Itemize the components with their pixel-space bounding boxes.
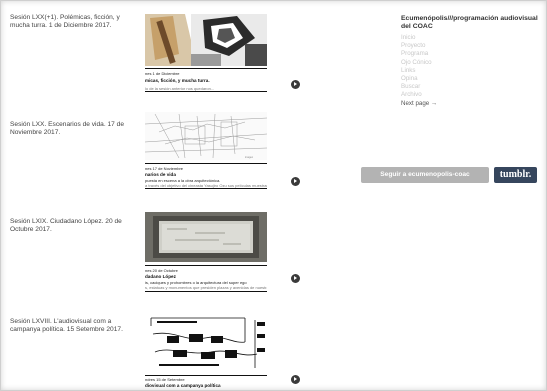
play-icon[interactable] (291, 177, 300, 186)
nav-link-inicio[interactable]: Inicio (401, 34, 541, 42)
thumbnail-date: ndres 15 de Setembre (145, 377, 185, 382)
thumbnail-title: diovisual com a campanya política (145, 383, 221, 388)
thumbnail-subtitle-2: s, estatuas y monumentos que presiden pl… (145, 285, 267, 290)
tumblr-button[interactable]: tumblr. (494, 167, 537, 183)
play-icon[interactable] (291, 80, 300, 89)
post-thumbnail[interactable]: nes 20 de Octubre dadano López is, caciq… (145, 212, 267, 296)
stone-plaque-image (145, 212, 267, 262)
thumbnail-rule (145, 188, 267, 189)
play-icon[interactable] (291, 375, 300, 384)
post-thumbnail[interactable]: ndres 15 de Setembre diovisual com a cam… (145, 312, 267, 391)
sidebar: Ecumenópolis///programación audiovisual … (401, 15, 541, 108)
post-caption: Sesión LXX(+1). Polémicas, ficción, y mu… (10, 14, 120, 29)
thumbnail-rule (145, 265, 267, 266)
post-caption: Sesión LXX. Escenarios de vida. 17 de No… (10, 121, 124, 136)
play-icon[interactable] (291, 274, 300, 283)
thumbnail-rule (145, 91, 267, 92)
nav-link-links[interactable]: Links (401, 67, 541, 75)
nav-link-opina[interactable]: Opina (401, 75, 541, 83)
thumbnail-title: micas, ficción, y mucha turra. (145, 78, 210, 83)
post-thumbnail[interactable]: nes 1 de Diciembre micas, ficción, y muc… (145, 14, 267, 106)
nav-link-archivo[interactable]: Archivo (401, 91, 541, 99)
post-thumbnail[interactable]: imagen nes 17 de Noviembre narios de vid… (145, 112, 267, 194)
nav-link-ojo-conico[interactable]: Ojo Cónico (401, 59, 541, 67)
diagram-image (145, 312, 267, 374)
thumbnail-date: nes 17 de Noviembre (145, 166, 184, 171)
post-caption: Sesión LXVIII. L'audiovisual com a campa… (10, 318, 123, 333)
nav-link-buscar[interactable]: Buscar (401, 83, 541, 91)
thumbnail-title: narios de vida (145, 172, 176, 177)
thumbnail-date: nes 1 de Diciembre (145, 71, 180, 76)
thumbnail-rule (145, 375, 267, 376)
thumbnail-rule (145, 291, 267, 292)
thumbnail-rule (145, 163, 267, 164)
sketch-image: imagen (145, 112, 267, 160)
thumbnail-date: nes 20 de Octubre (145, 268, 178, 273)
nav-link-proyecto[interactable]: Proyecto (401, 42, 541, 50)
blog-title[interactable]: Ecumenópolis///programación audiovisual … (401, 15, 541, 31)
follow-button[interactable]: Seguir a ecumenopolis-coac (361, 167, 489, 183)
post-caption: Sesión LXIX. Ciudadano López. 20 de Octu… (10, 218, 122, 233)
thumbnail-rule (145, 68, 267, 69)
collage-image (145, 14, 267, 66)
thumbnail-title: dadano López (145, 274, 176, 279)
next-page-link[interactable]: Next page → (401, 100, 541, 108)
nav-link-programa[interactable]: Programa (401, 50, 541, 58)
svg-text:imagen: imagen (245, 156, 254, 159)
